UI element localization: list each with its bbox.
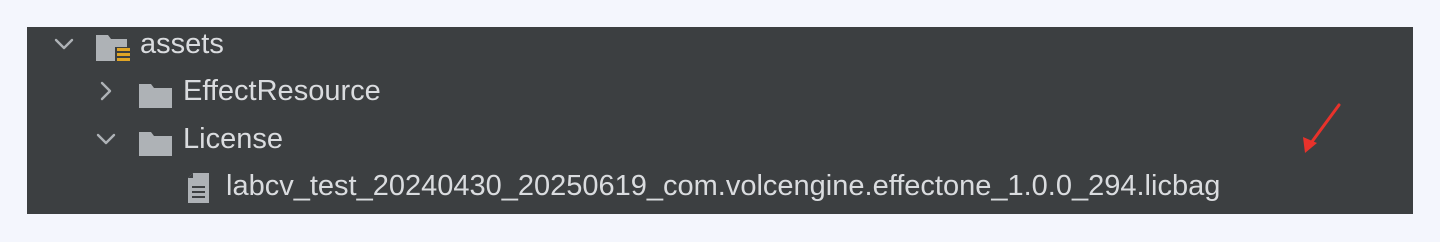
- file-icon: [187, 172, 211, 219]
- chevron-down-icon[interactable]: [94, 127, 118, 151]
- chevron-down-icon[interactable]: [52, 32, 76, 56]
- tree-item-label: License: [183, 123, 283, 155]
- tree-item-label: EffectResource: [183, 75, 381, 107]
- project-tree-panel: assets EffectResource License labcv_test…: [27, 27, 1413, 214]
- tree-row-licbag-file[interactable]: labcv_test_20240430_20250619_com.volceng…: [27, 163, 1413, 210]
- tree-item-label: labcv_test_20240430_20250619_com.volceng…: [226, 170, 1221, 202]
- tree-row-effectresource[interactable]: EffectResource: [27, 68, 1413, 115]
- annotation-arrow-icon: [1289, 99, 1349, 164]
- tree-row-assets[interactable]: assets: [27, 21, 1413, 68]
- tree-row-license[interactable]: License: [27, 116, 1413, 163]
- tree-item-label: assets: [140, 28, 224, 60]
- chevron-right-icon[interactable]: [94, 79, 118, 103]
